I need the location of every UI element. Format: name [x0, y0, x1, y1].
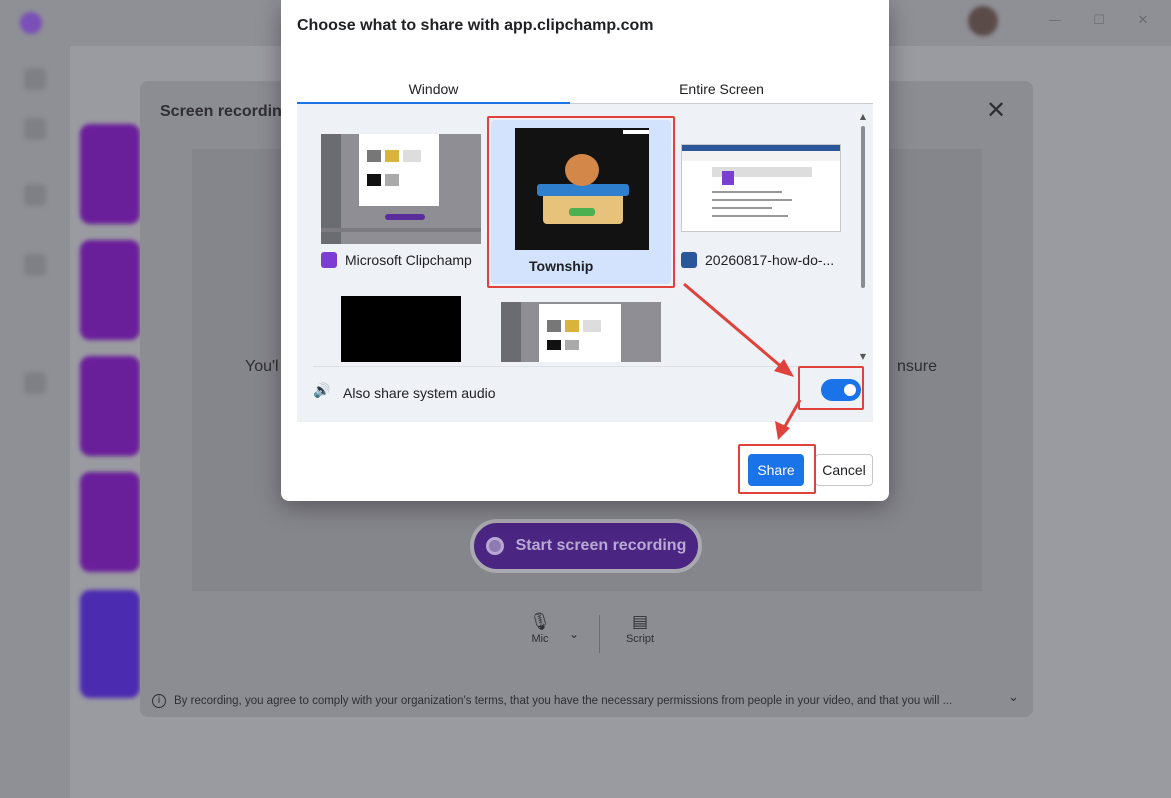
- media-card: [80, 356, 140, 456]
- window-thumbnail: [681, 144, 841, 232]
- window-title: Microsoft Clipchamp: [345, 252, 472, 268]
- toggle-knob: [844, 384, 856, 396]
- media-card: [80, 590, 140, 698]
- system-audio-toggle[interactable]: [821, 379, 861, 401]
- speaker-icon: 🔊: [313, 383, 331, 399]
- script-icon: ▤: [631, 612, 649, 632]
- scroll-down-icon[interactable]: ▼: [858, 352, 868, 361]
- expand-chevron-icon[interactable]: ⌄: [1008, 690, 1019, 705]
- tab-entire-screen[interactable]: Entire Screen: [570, 78, 873, 104]
- close-icon[interactable]: ✕: [984, 98, 1008, 123]
- window-tile[interactable]: [493, 294, 673, 362]
- close-window-icon[interactable]: ✕: [1136, 14, 1150, 28]
- media-card: [80, 124, 140, 224]
- share-picker-dialog: Choose what to share with app.clipchamp.…: [281, 0, 889, 501]
- dialog-title: Choose what to share with app.clipchamp.…: [297, 17, 654, 34]
- terms-footer: i By recording, you agree to comply with…: [152, 690, 1022, 712]
- script-label: Script: [625, 633, 655, 645]
- mic-button[interactable]: 🎙 Mic: [520, 611, 560, 645]
- share-button[interactable]: Share: [748, 454, 804, 486]
- sidebar-item[interactable]: [24, 118, 46, 140]
- info-icon: i: [152, 694, 166, 708]
- media-card: [80, 240, 140, 340]
- minimize-icon[interactable]: —: [1048, 14, 1062, 28]
- instruction-text: nsure: [897, 358, 938, 375]
- system-audio-row: 🔊 Also share system audio: [313, 366, 863, 412]
- window-label: 20260817-how-do-...: [681, 252, 834, 268]
- microphone-icon: 🎙: [529, 612, 551, 632]
- record-icon: [485, 537, 504, 555]
- window-thumbnail: [501, 302, 661, 362]
- source-tabs: Window Entire Screen: [297, 78, 873, 104]
- window-thumbnail: [515, 128, 649, 250]
- terms-text: By recording, you agree to comply with y…: [174, 695, 953, 707]
- sidebar-item[interactable]: [24, 254, 46, 276]
- media-card: [80, 472, 140, 572]
- window-label: Township: [529, 258, 593, 274]
- cancel-button[interactable]: Cancel: [815, 454, 873, 486]
- modal-title: Screen recording: [160, 103, 292, 120]
- sidebar-item[interactable]: [24, 68, 46, 90]
- picker-scrollbar[interactable]: ▲ ▼: [858, 112, 868, 366]
- window-label: Microsoft Clipchamp: [321, 252, 472, 268]
- system-audio-label: Also share system audio: [343, 385, 496, 401]
- clipchamp-icon: [321, 252, 337, 268]
- mic-label: Mic: [531, 633, 549, 645]
- clipchamp-logo: [20, 12, 42, 34]
- window-tile[interactable]: [333, 294, 513, 362]
- chevron-down-icon[interactable]: ⌄: [566, 623, 582, 645]
- maximize-icon[interactable]: ☐: [1092, 14, 1106, 28]
- divider: [599, 615, 600, 653]
- sidebar-item[interactable]: [24, 372, 46, 394]
- avatar[interactable]: [968, 6, 998, 36]
- start-screen-recording-button[interactable]: Start screen recording: [470, 519, 702, 573]
- window-title: Township: [529, 258, 594, 274]
- instruction-text: You'l: [245, 358, 279, 375]
- window-title: 20260817-how-do-...: [705, 252, 835, 268]
- recording-tools: 🎙 Mic ⌄ ▤ Script: [510, 611, 670, 661]
- script-button[interactable]: ▤ Script: [618, 611, 662, 645]
- scroll-thumb[interactable]: [861, 126, 865, 288]
- window-tile-clipchamp[interactable]: Microsoft Clipchamp: [313, 126, 493, 276]
- scroll-up-icon[interactable]: ▲: [858, 112, 868, 121]
- window-tile-word-document[interactable]: 20260817-how-do-...: [673, 126, 853, 276]
- window-thumbnail: [321, 134, 481, 244]
- window-tile-township[interactable]: Township: [491, 120, 671, 284]
- window-thumbnail: [341, 296, 461, 362]
- sidebar-item[interactable]: [24, 184, 46, 206]
- window-grid: Microsoft Clipchamp Township 20260817-ho…: [297, 104, 857, 362]
- word-icon: [681, 252, 697, 268]
- start-button-label: Start screen recording: [515, 537, 687, 554]
- tab-window[interactable]: Window: [297, 78, 570, 104]
- app-sidebar: [0, 46, 70, 798]
- window-picker: Microsoft Clipchamp Township 20260817-ho…: [297, 104, 873, 422]
